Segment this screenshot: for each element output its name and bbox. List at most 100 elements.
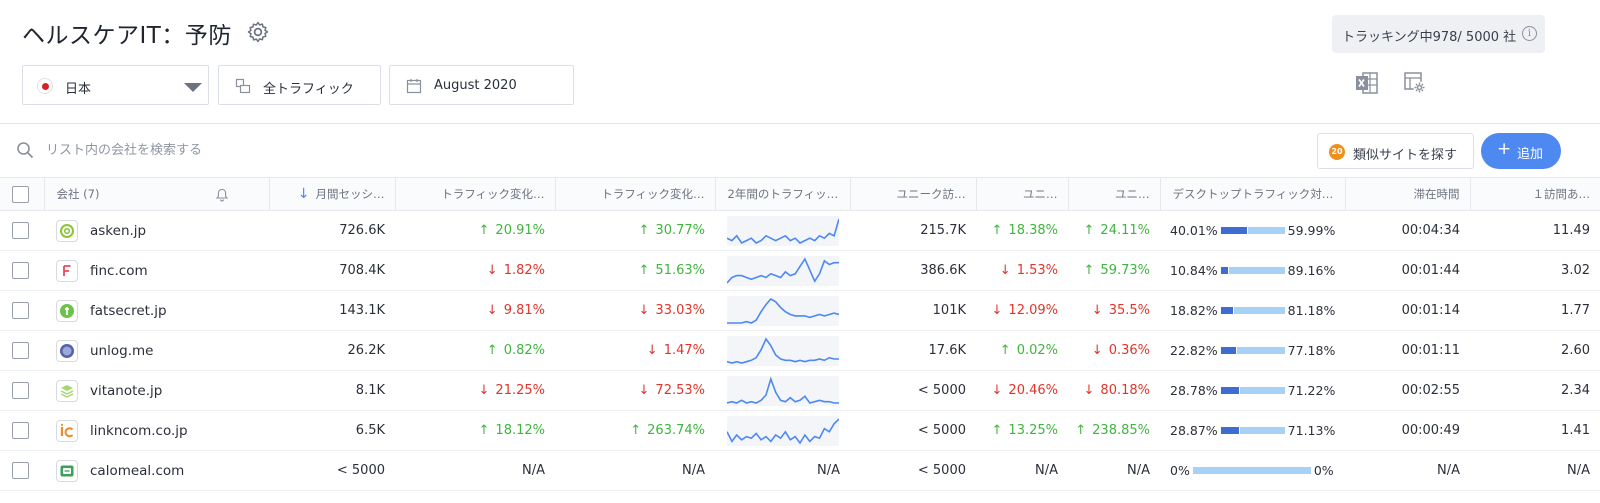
traffic-change-1-value: 9.81% xyxy=(487,303,545,318)
table-row[interactable]: fatsecret.jp 143.1K 9.81% 33.03% 101K 12.09% 3… xyxy=(0,290,1600,331)
column-unique-visitors[interactable]: ユニーク訪… xyxy=(850,177,977,211)
traffic-change-2-cell: 51.63% xyxy=(555,250,715,291)
excel-export-icon[interactable] xyxy=(1355,71,1379,95)
column-desktop-mobile[interactable]: デスクトップトラフィック対モバ xyxy=(1160,177,1346,211)
unique-change-1-cell: 12.09% xyxy=(976,290,1068,331)
traffic-change-1-value: 18.12% xyxy=(479,423,545,438)
select-all-checkbox[interactable] xyxy=(12,185,29,203)
site-name-link[interactable]: finc.com xyxy=(90,263,148,279)
pages-per-visit-cell: 2.34 xyxy=(1470,370,1600,411)
add-label: 追加 xyxy=(1517,147,1544,162)
unique-change-1-value: 12.09% xyxy=(992,303,1058,318)
mobile-bar-segment xyxy=(1247,227,1285,234)
similar-count-badge: 20 xyxy=(1329,144,1345,160)
unique-change-2-cell: 59.73% xyxy=(1068,250,1160,291)
site-cell: vitanote.jp xyxy=(44,370,269,411)
site-name-link[interactable]: fatsecret.jp xyxy=(90,303,167,319)
unique-change-2-value: 80.18% xyxy=(1084,383,1150,398)
traffic-change-2-value: 51.63% xyxy=(639,263,705,278)
unique-change-2-value: 24.11% xyxy=(1084,223,1150,238)
traffic-source-label: 全トラフィック xyxy=(263,82,354,97)
bell-icon[interactable] xyxy=(215,188,229,202)
traffic-source-select[interactable]: 全トラフィック xyxy=(218,65,381,105)
traffic-sparkline xyxy=(726,375,839,406)
column-pages-per-visit[interactable]: １訪問あ… xyxy=(1470,177,1600,211)
calomeal-favicon-icon xyxy=(56,459,78,482)
linkncom-favicon-icon xyxy=(56,419,78,442)
desktop-mobile-bar xyxy=(1220,387,1285,394)
row-checkbox[interactable] xyxy=(12,342,29,359)
japan-flag-icon xyxy=(37,78,53,94)
desktop-bar-segment xyxy=(1220,307,1233,314)
traffic-sparkline xyxy=(726,415,840,446)
table-row[interactable]: calomeal.com < 5000 N/A N/A N/A < 5000 N/A N/A 0… xyxy=(0,450,1600,491)
unique-change-1-value: 18.38% xyxy=(992,223,1058,238)
sparkline-cell xyxy=(715,290,850,331)
unique-change-1-value: 0.02% xyxy=(1000,343,1058,358)
column-unique-change-2[interactable]: ユニ… xyxy=(1068,177,1161,211)
unique-change-1-value: 20.46% xyxy=(992,383,1058,398)
site-name-link[interactable]: asken.jp xyxy=(90,223,146,239)
mobile-share: 81.18% xyxy=(1287,303,1336,318)
row-checkbox[interactable] xyxy=(12,302,29,319)
info-icon[interactable]: i xyxy=(1522,26,1537,41)
row-checkbox[interactable] xyxy=(12,262,29,279)
traffic-change-1-cell: 0.82% xyxy=(395,330,555,371)
table-header-row: 会社 (7) ↓ 月間セッシ… トラフィック変化… トラフィック変化… 2年間のト… xyxy=(0,177,1600,211)
country-select[interactable]: 日本 xyxy=(22,65,209,105)
asken-favicon-icon xyxy=(56,219,78,242)
desktop-mobile-bar xyxy=(1220,427,1285,434)
date-picker[interactable]: August 2020 xyxy=(389,65,574,105)
search-input[interactable] xyxy=(46,137,546,163)
desktop-mobile-cell: 18.82% 81.18% xyxy=(1160,290,1345,331)
add-button[interactable]: + 追加 xyxy=(1481,133,1561,169)
table-row[interactable]: vitanote.jp 8.1K 21.25% 72.53% < 5000 20.46% 8… xyxy=(0,370,1600,411)
date-label: August 2020 xyxy=(434,78,517,93)
column-monthly-sessions-label: 月間セッシ… xyxy=(315,187,385,201)
column-duration[interactable]: 滞在時間 xyxy=(1345,177,1471,211)
column-unique-change-1[interactable]: ユニ… xyxy=(976,177,1069,211)
unique-visitors-cell: 386.6K xyxy=(850,250,976,291)
sparkline-background xyxy=(727,255,839,286)
unique-visitors-cell: < 5000 xyxy=(850,370,976,411)
site-name-link[interactable]: calomeal.com xyxy=(90,463,184,479)
row-checkbox[interactable] xyxy=(12,382,29,399)
unique-change-1-cell: 18.38% xyxy=(976,210,1068,251)
desktop-share: 0% xyxy=(1170,463,1190,478)
table-row[interactable]: finc.com 708.4K 1.82% 51.63% 386.6K 1.53% 59.7… xyxy=(0,250,1600,291)
desktop-bar-segment xyxy=(1220,387,1239,394)
sparkline-na: N/A xyxy=(817,463,840,478)
duration-cell: 00:04:34 xyxy=(1345,210,1470,251)
column-traffic-2y[interactable]: 2年間のトラフィックト xyxy=(715,177,851,211)
sparkline-background xyxy=(727,295,839,326)
row-checkbox-cell xyxy=(0,250,44,291)
row-checkbox[interactable] xyxy=(12,222,29,239)
traffic-change-1-cell: 1.82% xyxy=(395,250,555,291)
table-row[interactable]: asken.jp 726.6K 20.91% 30.77% 215.7K 18.38% 24… xyxy=(0,210,1600,251)
find-similar-sites-button[interactable]: 20 類似サイトを探す xyxy=(1317,133,1474,169)
sparkline-cell xyxy=(715,370,850,411)
unique-change-2-value: 59.73% xyxy=(1084,263,1150,278)
mobile-share: 71.22% xyxy=(1287,383,1336,398)
table-row[interactable]: unlog.me 26.2K 0.82% 1.47% 17.6K 0.02% 0.36% 22… xyxy=(0,330,1600,371)
row-checkbox-cell xyxy=(0,330,44,371)
column-traffic-change-2[interactable]: トラフィック変化… xyxy=(555,177,716,211)
unique-change-2-cell: 80.18% xyxy=(1068,370,1160,411)
traffic-change-1-cell: N/A xyxy=(395,450,555,491)
column-company[interactable]: 会社 (7) xyxy=(44,177,270,211)
column-monthly-sessions[interactable]: ↓ 月間セッシ… xyxy=(269,177,396,211)
table-settings-icon[interactable] xyxy=(1403,71,1427,95)
gear-icon[interactable] xyxy=(246,20,270,44)
sparkline-background xyxy=(727,415,839,446)
column-traffic-change-1[interactable]: トラフィック変化… xyxy=(395,177,556,211)
monthly-sessions-cell: 6.5K xyxy=(269,410,395,451)
table-row[interactable]: linkncom.co.jp 6.5K 18.12% 263.74% < 5000 13.… xyxy=(0,410,1600,451)
sort-desc-icon: ↓ xyxy=(297,186,310,202)
site-name-link[interactable]: vitanote.jp xyxy=(90,383,162,399)
search-icon xyxy=(17,142,34,159)
mobile-bar-segment xyxy=(1239,427,1285,434)
row-checkbox[interactable] xyxy=(12,462,29,479)
row-checkbox[interactable] xyxy=(12,422,29,439)
site-name-link[interactable]: unlog.me xyxy=(90,343,153,359)
site-name-link[interactable]: linkncom.co.jp xyxy=(90,423,188,439)
